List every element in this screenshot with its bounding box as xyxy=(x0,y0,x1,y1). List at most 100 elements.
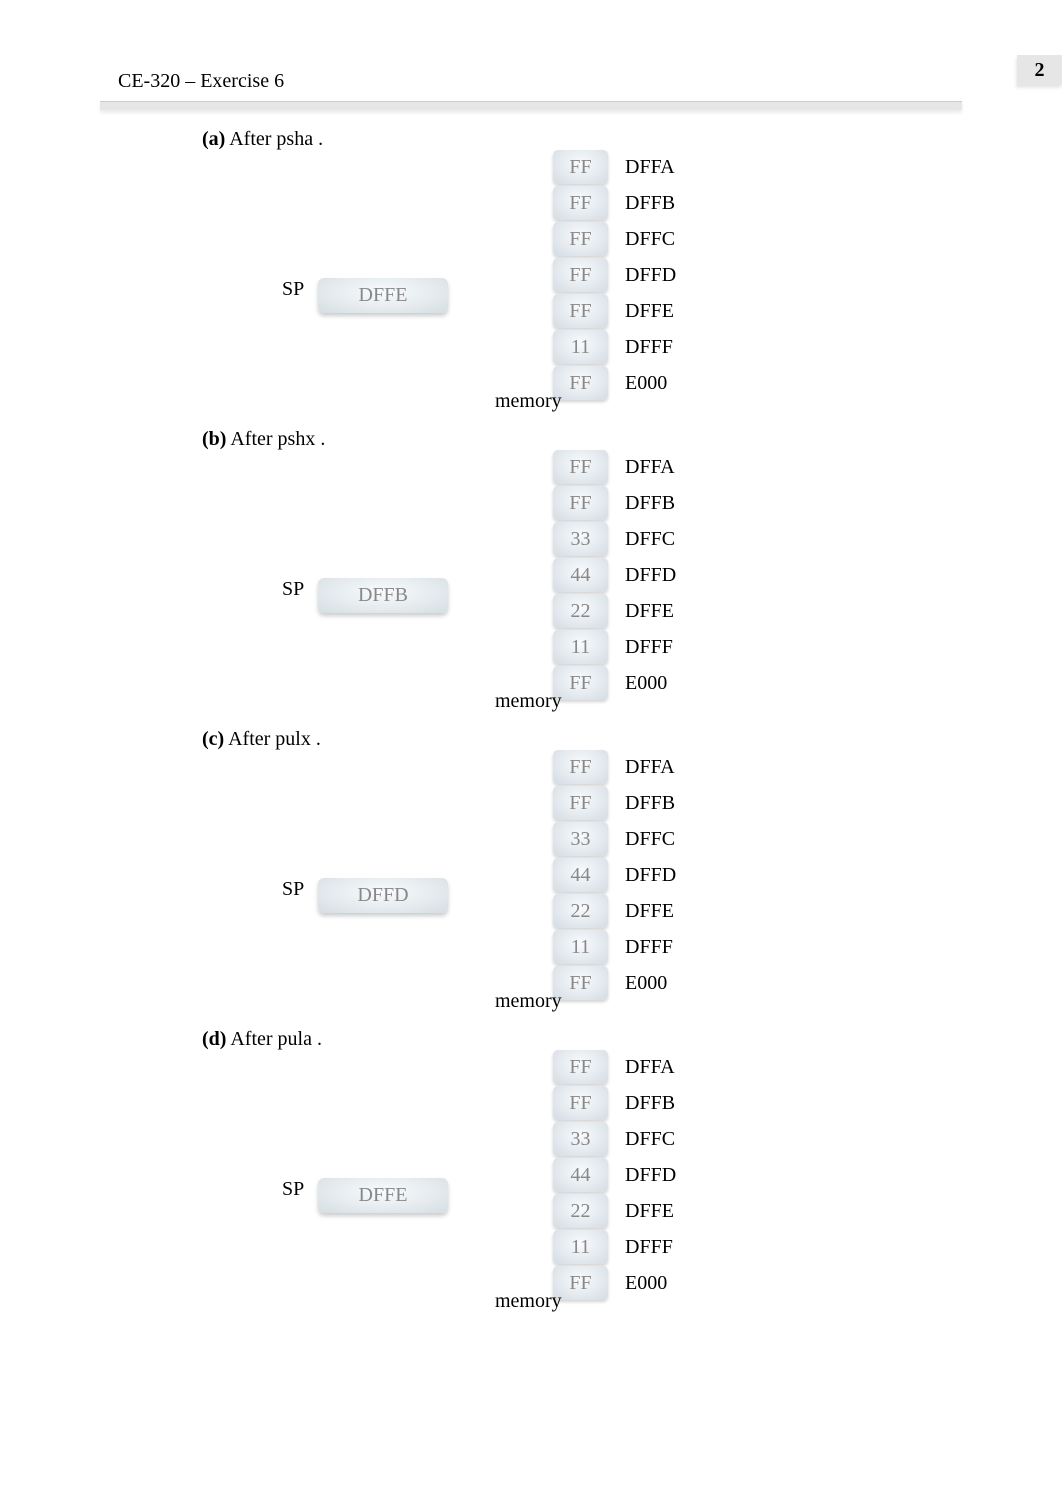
memory-cell: 11 xyxy=(553,330,608,364)
memory-address: E000 xyxy=(625,372,667,395)
exercise-part: (b) After pshx .SPDFFBFFDFFAFFDFFB33DFFC… xyxy=(118,428,944,728)
memory-row: 22DFFE xyxy=(553,594,608,630)
memory-address: DFFE xyxy=(625,900,674,923)
memory-address: DFFB xyxy=(625,1092,675,1115)
sp-value: DFFD xyxy=(318,878,448,913)
memory-address: DFFA xyxy=(625,456,675,479)
memory-row: 44DFFD xyxy=(553,558,608,594)
memory-address: DFFF xyxy=(625,936,673,959)
memory-cell: FF xyxy=(553,450,608,484)
memory-address: DFFF xyxy=(625,636,673,659)
memory-row: FFDFFB xyxy=(553,186,608,222)
memory-cell: 22 xyxy=(553,1194,608,1228)
memory-row: FFDFFB xyxy=(553,486,608,522)
part-title: (c) After pulx . xyxy=(118,728,944,751)
memory-address: DFFE xyxy=(625,600,674,623)
memory-address: DFFA xyxy=(625,756,675,779)
memory-address: DFFD xyxy=(625,864,676,887)
memory-cell: 11 xyxy=(553,630,608,664)
memory-address: DFFC xyxy=(625,528,675,551)
page-content: (a) After psha .SPDFFEFFDFFAFFDFFBFFDFFC… xyxy=(0,110,1062,1328)
memory-cell: FF xyxy=(553,786,608,820)
memory-address: E000 xyxy=(625,972,667,995)
memory-row: 11DFFF xyxy=(553,630,608,666)
memory-address: DFFA xyxy=(625,1056,675,1079)
part-caption: After pshx . xyxy=(230,428,325,450)
memory-address: DFFC xyxy=(625,1128,675,1151)
page-header: CE-320 – Exercise 6 xyxy=(0,0,1062,101)
memory-row: FFDFFA xyxy=(553,750,608,786)
memory-address: DFFB xyxy=(625,492,675,515)
memory-cell: FF xyxy=(553,1050,608,1084)
memory-cell: 11 xyxy=(553,930,608,964)
memory-cell: 33 xyxy=(553,522,608,556)
memory-cell: FF xyxy=(553,750,608,784)
memory-cell: FF xyxy=(553,222,608,256)
part-title: (a) After psha . xyxy=(118,128,944,151)
exercise-part: (d) After pula .SPDFFEFFDFFAFFDFFB33DFFC… xyxy=(118,1028,944,1328)
memory-column: FFDFFAFFDFFBFFDFFCFFDFFDFFDFFE11DFFFFFE0… xyxy=(553,150,608,402)
memory-address: DFFF xyxy=(625,1236,673,1259)
memory-cell: FF xyxy=(553,486,608,520)
memory-row: 11DFFF xyxy=(553,330,608,366)
exercise-part: (a) After psha .SPDFFEFFDFFAFFDFFBFFDFFC… xyxy=(118,128,944,428)
page-number: 2 xyxy=(1017,55,1062,85)
memory-cell: 22 xyxy=(553,894,608,928)
memory-row: 33DFFC xyxy=(553,1122,608,1158)
memory-address: DFFB xyxy=(625,192,675,215)
memory-row: FFDFFB xyxy=(553,1086,608,1122)
memory-row: FFDFFE xyxy=(553,294,608,330)
memory-address: E000 xyxy=(625,1272,667,1295)
exercise-part: (c) After pulx .SPDFFDFFDFFAFFDFFB33DFFC… xyxy=(118,728,944,1028)
memory-row: FFDFFC xyxy=(553,222,608,258)
part-caption: After psha . xyxy=(229,128,323,150)
part-marker: (a) xyxy=(202,128,225,150)
memory-row: FFDFFA xyxy=(553,450,608,486)
memory-row: 22DFFE xyxy=(553,1194,608,1230)
memory-address: DFFD xyxy=(625,564,676,587)
memory-address: DFFA xyxy=(625,156,675,179)
part-caption: After pula . xyxy=(230,1028,322,1050)
memory-column: FFDFFAFFDFFB33DFFC44DFFD22DFFE11DFFFFFE0… xyxy=(553,750,608,1002)
sp-value: DFFE xyxy=(318,1178,448,1213)
sp-value: DFFE xyxy=(318,278,448,313)
memory-row: 22DFFE xyxy=(553,894,608,930)
memory-cell: 44 xyxy=(553,558,608,592)
memory-row: 44DFFD xyxy=(553,858,608,894)
memory-row: 11DFFF xyxy=(553,930,608,966)
memory-address: DFFE xyxy=(625,1200,674,1223)
memory-cell: FF xyxy=(553,294,608,328)
memory-row: 11DFFF xyxy=(553,1230,608,1266)
memory-cell: 33 xyxy=(553,1122,608,1156)
memory-address: DFFF xyxy=(625,336,673,359)
header-rule xyxy=(100,101,962,110)
memory-cell: 44 xyxy=(553,1158,608,1192)
memory-address: DFFD xyxy=(625,1164,676,1187)
memory-row: 33DFFC xyxy=(553,522,608,558)
sp-label: SP xyxy=(282,578,304,601)
memory-caption: memory xyxy=(495,1290,562,1313)
memory-address: DFFE xyxy=(625,300,674,323)
sp-register: SPDFFD xyxy=(318,878,448,913)
part-title: (d) After pula . xyxy=(118,1028,944,1051)
memory-address: DFFC xyxy=(625,228,675,251)
memory-cell: 44 xyxy=(553,858,608,892)
memory-caption: memory xyxy=(495,690,562,713)
header-left: CE-320 – Exercise 6 xyxy=(118,70,284,92)
memory-column: FFDFFAFFDFFB33DFFC44DFFD22DFFE11DFFFFFE0… xyxy=(553,1050,608,1302)
memory-address: E000 xyxy=(625,672,667,695)
sp-label: SP xyxy=(282,878,304,901)
sp-value: DFFB xyxy=(318,578,448,613)
memory-column: FFDFFAFFDFFB33DFFC44DFFD22DFFE11DFFFFFE0… xyxy=(553,450,608,702)
sp-register: SPDFFB xyxy=(318,578,448,613)
part-caption: After pulx . xyxy=(228,728,321,750)
memory-row: 44DFFD xyxy=(553,1158,608,1194)
sp-register: SPDFFE xyxy=(318,1178,448,1213)
memory-cell: FF xyxy=(553,1086,608,1120)
memory-row: FFDFFA xyxy=(553,150,608,186)
memory-address: DFFB xyxy=(625,792,675,815)
memory-cell: 11 xyxy=(553,1230,608,1264)
memory-cell: FF xyxy=(553,150,608,184)
sp-label: SP xyxy=(282,1178,304,1201)
memory-row: FFDFFA xyxy=(553,1050,608,1086)
